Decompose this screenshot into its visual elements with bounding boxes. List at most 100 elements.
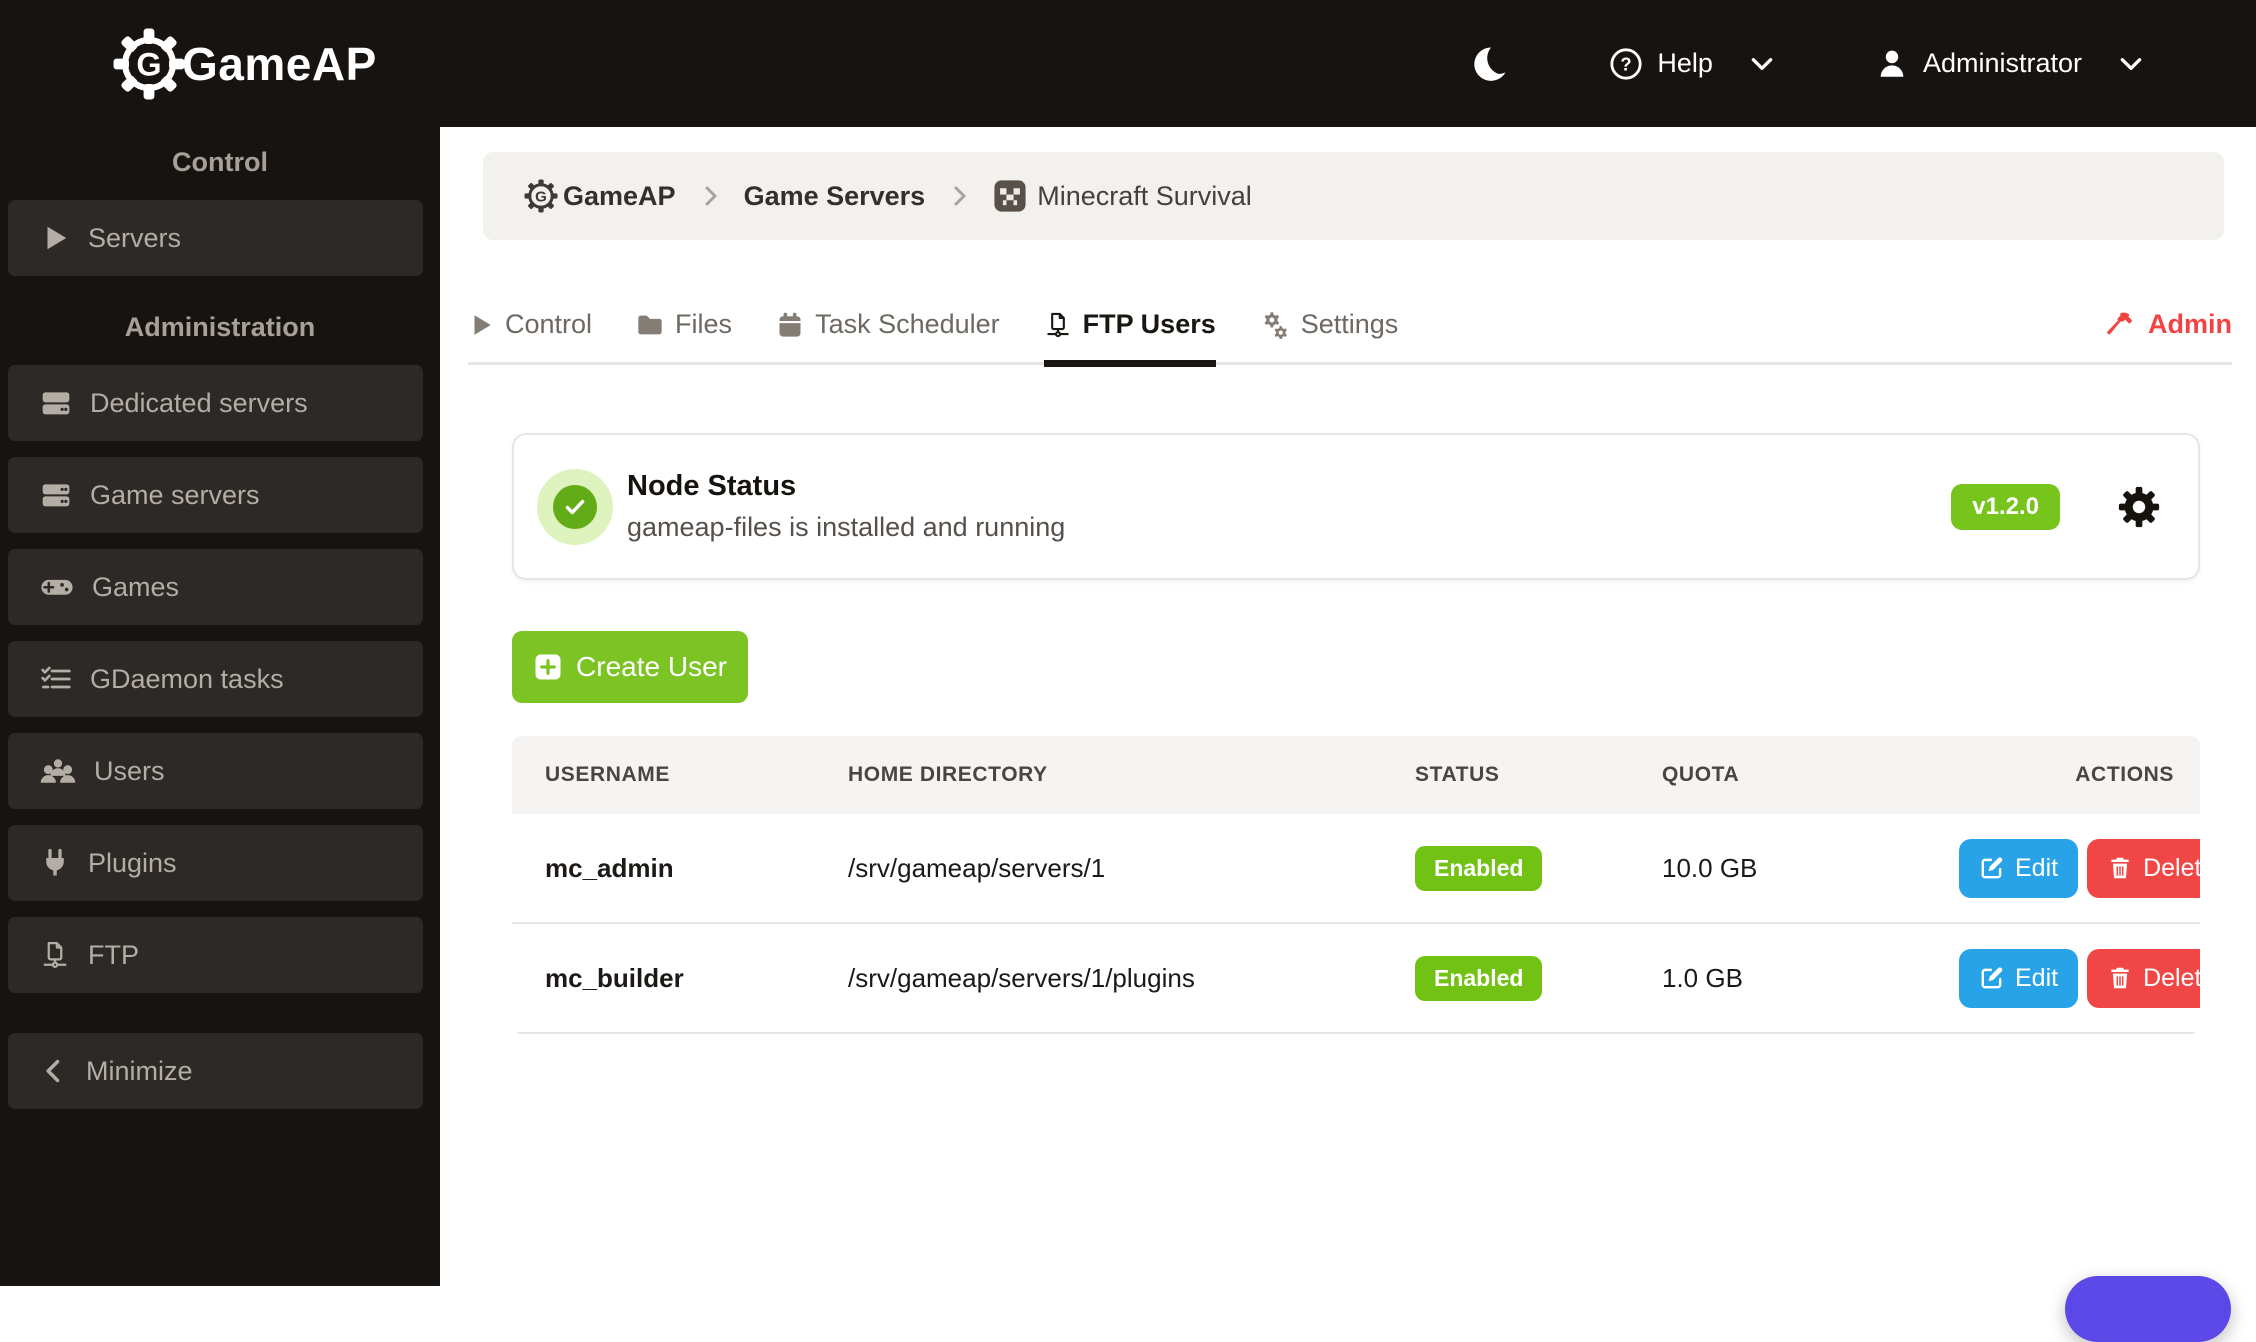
question-circle-icon: ? <box>1609 47 1643 81</box>
play-icon <box>468 312 494 338</box>
user-icon <box>1875 47 1909 81</box>
gamepad-icon <box>40 570 74 604</box>
breadcrumb-label: Game Servers <box>743 180 926 211</box>
tab-bar: Control Files Task Scheduler FTP Users S… <box>468 295 2232 367</box>
tab-task-scheduler[interactable]: Task Scheduler <box>776 309 1000 362</box>
cell-quota: 1.0 GB <box>1662 962 1743 993</box>
breadcrumb-item-gameap[interactable]: G GameAP <box>523 178 676 214</box>
node-status-card: Node Status gameap-files is installed an… <box>512 433 2200 580</box>
breadcrumb-label: Minecraft Survival <box>1037 180 1252 211</box>
sidebar-item-game-servers[interactable]: Game servers <box>8 457 423 533</box>
cell-username: mc_builder <box>545 962 684 993</box>
chevron-left-icon <box>40 1057 68 1085</box>
sidebar-item-dedicated-servers[interactable]: Dedicated servers <box>8 365 423 441</box>
create-user-button[interactable]: Create User <box>512 631 748 703</box>
gameap-gear-icon: G <box>112 27 186 101</box>
check-circle-icon <box>553 484 597 529</box>
edit-label: Edit <box>2015 963 2059 992</box>
sidebar-item-label: Games <box>92 571 180 602</box>
cell-actions: Edit Delete <box>1959 948 2200 1008</box>
delete-button[interactable]: Delete <box>2087 838 2200 898</box>
node-settings-button[interactable] <box>2116 484 2162 530</box>
version-badge: v1.2.0 <box>1951 483 2060 530</box>
ftp-icon <box>40 940 70 970</box>
cell-actions: Edit Delete <box>1959 838 2200 898</box>
sidebar: Control Servers Administration Dedicated… <box>0 127 440 1286</box>
cell-home-directory: /srv/gameap/servers/1/plugins <box>848 962 1195 993</box>
gear-icon <box>2116 484 2162 530</box>
chevron-down-icon <box>2118 51 2144 77</box>
plug-icon <box>40 848 70 878</box>
create-user-label: Create User <box>576 651 727 682</box>
node-status-message: gameap-files is installed and running <box>627 512 1066 542</box>
column-header-status: STATUS <box>1415 763 1500 786</box>
edit-label: Edit <box>2015 853 2059 882</box>
status-badge: Enabled <box>1415 955 1543 1001</box>
sidebar-item-users[interactable]: Users <box>8 733 423 809</box>
edit-button[interactable]: Edit <box>1959 838 2079 898</box>
calendar-icon <box>776 311 804 339</box>
tab-settings[interactable]: Settings <box>1260 309 1398 362</box>
column-header-home-directory: HOME DIRECTORY <box>848 763 1048 786</box>
user-label: Administrator <box>1922 48 2082 78</box>
sidebar-item-plugins[interactable]: Plugins <box>8 825 423 901</box>
sidebar-item-label: Minimize <box>86 1055 193 1086</box>
tab-files[interactable]: Files <box>636 309 732 362</box>
sidebar-item-label: Dedicated servers <box>90 387 308 418</box>
tab-label: Control <box>505 309 593 339</box>
sidebar-item-ftp[interactable]: FTP <box>8 917 423 993</box>
sidebar-item-label: Servers <box>88 222 182 253</box>
tab-ftp-users[interactable]: FTP Users <box>1043 309 1216 367</box>
tab-control[interactable]: Control <box>468 309 592 362</box>
sidebar-item-games[interactable]: Games <box>8 549 423 625</box>
cell-status: Enabled <box>1382 845 1629 891</box>
sidebar-item-label: Users <box>94 755 165 786</box>
logo-text: GameAP <box>182 37 377 90</box>
chevron-down-icon <box>1749 51 1775 77</box>
node-status-title: Node Status <box>627 470 797 502</box>
status-ok-ring <box>537 468 613 545</box>
sidebar-section-administration: Administration <box>124 312 316 342</box>
sidebar-item-label: GDaemon tasks <box>90 663 284 694</box>
svg-text:G: G <box>535 188 547 205</box>
help-menu[interactable]: ? Help <box>1609 47 1775 81</box>
dark-mode-toggle[interactable] <box>1469 44 1509 84</box>
table-row: mc_admin /srv/gameap/servers/1 Enabled 1… <box>512 814 2200 924</box>
tab-label: Admin <box>2148 309 2232 339</box>
tab-label: Task Scheduler <box>815 309 1000 339</box>
breadcrumb-item-game-servers[interactable]: Game Servers <box>744 181 926 212</box>
sidebar-item-gdaemon-tasks[interactable]: GDaemon tasks <box>8 641 423 717</box>
breadcrumb-item-minecraft-survival[interactable]: Minecraft Survival <box>993 179 1252 213</box>
list-check-icon <box>40 663 72 695</box>
chevron-right-icon <box>698 184 722 208</box>
hammer-icon <box>2106 310 2136 340</box>
server-icon <box>40 479 72 511</box>
breadcrumb-label: GameAP <box>563 180 676 211</box>
delete-button[interactable]: Delete <box>2087 948 2200 1008</box>
edit-button[interactable]: Edit <box>1959 948 2079 1008</box>
svg-text:?: ? <box>1621 53 1632 74</box>
delete-label: Delete <box>2143 853 2200 882</box>
ftp-users-table: USERNAME HOME DIRECTORY STATUS QUOTA ACT… <box>512 736 2200 1034</box>
main-content: G GameAP Game Servers Minecraft Survival… <box>440 127 2256 1286</box>
tab-admin[interactable]: Admin <box>2106 309 2232 362</box>
status-badge: Enabled <box>1415 845 1543 891</box>
cell-quota: 10.0 GB <box>1662 852 1758 883</box>
tab-label: Files <box>675 309 733 339</box>
pen-square-icon <box>1979 855 2005 881</box>
sidebar-item-servers[interactable]: Servers <box>8 200 423 276</box>
column-header-username: USERNAME <box>545 763 670 786</box>
play-icon <box>40 223 70 253</box>
tab-label: FTP Users <box>1082 309 1216 339</box>
minecraft-icon <box>993 179 1027 213</box>
breadcrumb: G GameAP Game Servers Minecraft Survival <box>483 152 2224 240</box>
server-icon <box>40 387 72 419</box>
user-menu[interactable]: Administrator <box>1875 47 2144 81</box>
gameap-logo[interactable]: G GameAP <box>112 27 377 101</box>
sidebar-minimize-button[interactable]: Minimize <box>8 1033 423 1109</box>
trash-icon <box>2107 965 2133 991</box>
moon-icon <box>1469 46 1509 88</box>
topbar: G GameAP ? Help Administrator <box>0 0 2256 127</box>
pen-square-icon <box>1979 965 2005 991</box>
table-header-row: USERNAME HOME DIRECTORY STATUS QUOTA ACT… <box>512 736 2200 814</box>
